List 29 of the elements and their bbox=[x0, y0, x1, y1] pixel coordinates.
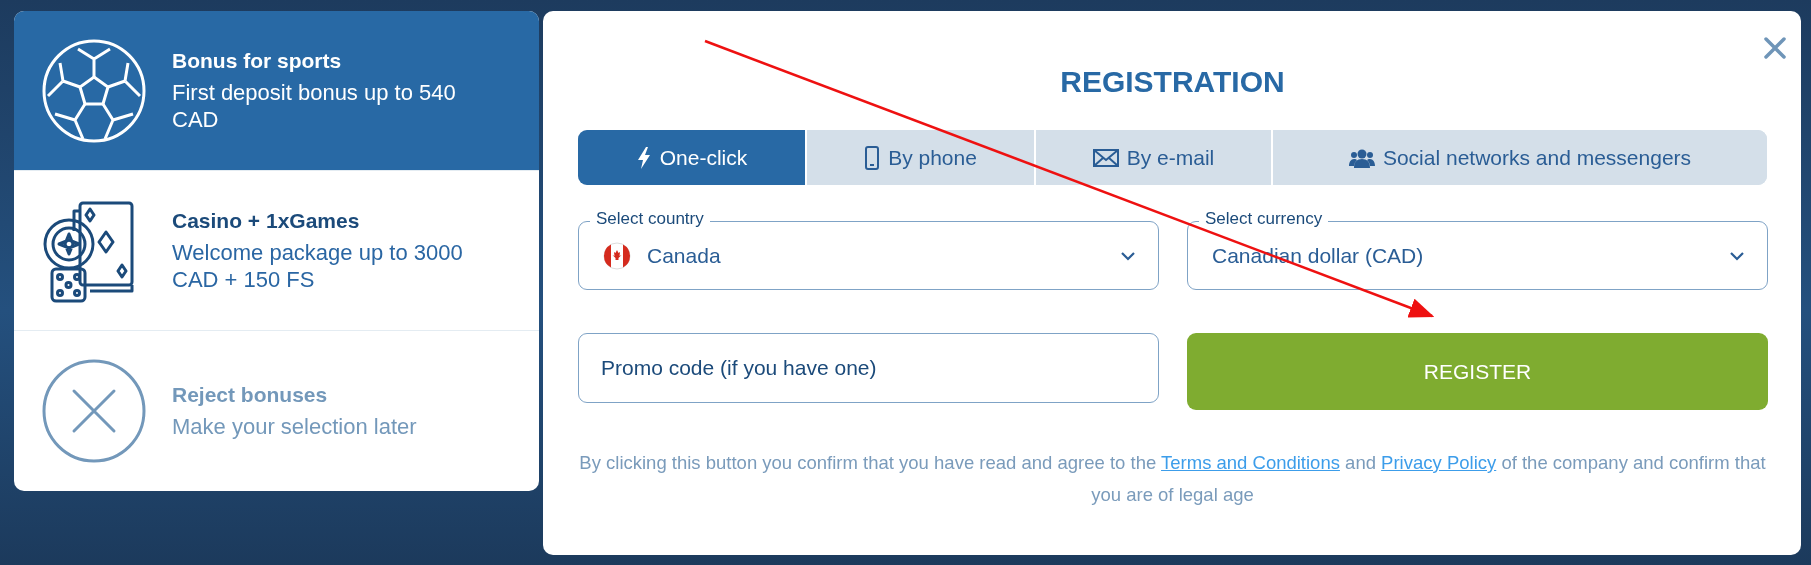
bonus-title: Casino + 1xGames bbox=[172, 208, 361, 233]
bonus-description: First deposit bonus up to 540 CAD bbox=[172, 78, 457, 133]
field-value: Canada bbox=[647, 243, 722, 268]
field-label: Select currency bbox=[1199, 209, 1329, 229]
registration-tab[interactable]: One-click bbox=[578, 130, 807, 185]
people-icon bbox=[1348, 147, 1375, 168]
close-circle-icon bbox=[42, 359, 146, 463]
bonus-option[interactable]: Casino + 1xGames Welcome package up to 3000 CAD + 150 FS bbox=[14, 171, 539, 331]
phone-icon bbox=[864, 145, 881, 170]
close-icon[interactable] bbox=[1763, 36, 1787, 60]
envelope-icon bbox=[1092, 147, 1119, 168]
bonus-description: Make your selection later bbox=[172, 412, 418, 440]
terms-link[interactable]: Terms and Conditions bbox=[1161, 452, 1340, 473]
bonus-title: Reject bonuses bbox=[172, 382, 329, 407]
bonus-option[interactable]: Reject bonuses Make your selection later bbox=[14, 331, 539, 491]
chevron-down-icon bbox=[1729, 250, 1745, 261]
bonus-option[interactable]: Bonus for sports First deposit bonus up to 540 CAD bbox=[14, 11, 539, 171]
terms-text: By clicking this button you confirm that you have read and agree to the Terms and Conditions and Privacy Policy of the company and confirm that you are of legal age bbox=[578, 451, 1767, 507]
bonus-description: Welcome package up to 3000 CAD + 150 FS bbox=[172, 238, 464, 293]
promo-code-field[interactable]: Promo code (if you have one) bbox=[578, 333, 1159, 403]
bonus-title: Bonus for sports bbox=[172, 48, 343, 73]
lightning-icon bbox=[635, 145, 652, 170]
field-label: Select country bbox=[590, 209, 710, 229]
soccer-ball-icon bbox=[42, 38, 146, 143]
chevron-down-icon bbox=[1120, 250, 1136, 261]
flag-icon bbox=[603, 241, 631, 270]
register-button[interactable]: REGISTER bbox=[1187, 333, 1768, 410]
privacy-link[interactable]: Privacy Policy bbox=[1381, 452, 1497, 473]
dialog-title: REGISTRATION bbox=[1059, 64, 1286, 100]
